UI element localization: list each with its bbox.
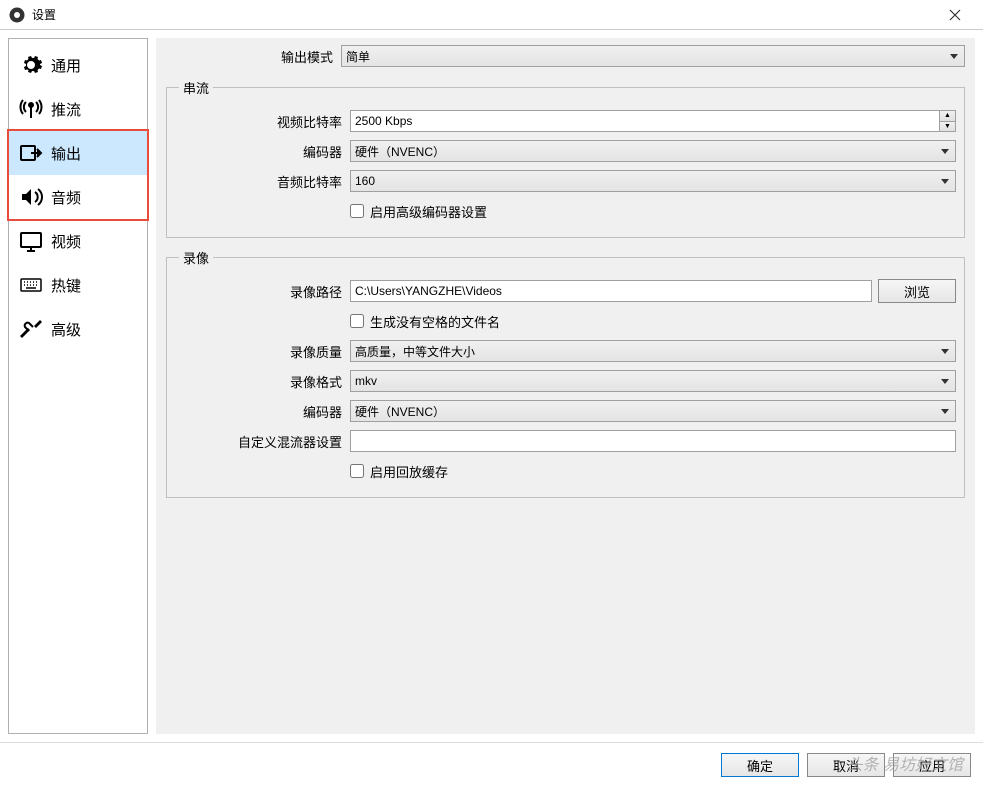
recording-legend: 录像 [179,248,213,267]
recording-path-row: 录像路径 C:\Users\YANGZHE\Videos 浏览 [175,279,956,303]
sidebar-item-general[interactable]: 通用 [9,43,147,87]
recording-quality-row: 录像质量 高质量，中等文件大小 [175,339,956,363]
sidebar-item-advanced[interactable]: 高级 [9,307,147,351]
sidebar-item-stream[interactable]: 推流 [9,87,147,131]
video-bitrate-row: 视频比特率 2500 Kbps ▲▼ [175,109,956,133]
no-space-checkbox[interactable] [350,314,364,328]
audio-bitrate-combo[interactable]: 160 [350,170,956,192]
sidebar-item-audio[interactable]: 音频 [9,175,147,219]
output-icon [19,141,43,165]
recording-quality-combo[interactable]: 高质量，中等文件大小 [350,340,956,362]
tools-icon [19,317,43,341]
main-body: 通用 推流 输出 音频 视频 [0,30,983,742]
output-mode-row: 输出模式 简单 [166,44,965,68]
audio-bitrate-label: 音频比特率 [175,172,350,191]
recording-quality-label: 录像质量 [175,342,350,361]
monitor-icon [19,229,43,253]
window-title: 设置 [32,6,935,23]
sidebar: 通用 推流 输出 音频 视频 [8,38,148,734]
sidebar-item-label: 推流 [51,99,81,120]
recording-format-combo[interactable]: mkv [350,370,956,392]
recording-encoder-combo[interactable]: 硬件（NVENC） [350,400,956,422]
antenna-icon [19,97,43,121]
streaming-fieldset: 串流 视频比特率 2500 Kbps ▲▼ 编码器 硬件（NVENC） [166,78,965,238]
keyboard-icon [19,273,43,297]
output-mode-label: 输出模式 [166,47,341,66]
app-logo-icon [8,6,26,24]
footer: 确定 取消 应用 [0,742,983,787]
muxer-label: 自定义混流器设置 [175,432,350,451]
recording-format-label: 录像格式 [175,372,350,391]
spin-up-icon[interactable]: ▲ [940,111,955,122]
browse-button[interactable]: 浏览 [878,279,956,303]
muxer-row: 自定义混流器设置 [175,429,956,453]
audio-bitrate-row: 音频比特率 160 [175,169,956,193]
no-space-row: 生成没有空格的文件名 [175,309,956,333]
recording-format-row: 录像格式 mkv [175,369,956,393]
recording-encoder-label: 编码器 [175,402,350,421]
streaming-encoder-label: 编码器 [175,142,350,161]
replay-buffer-checkbox[interactable] [350,464,364,478]
muxer-input[interactable] [350,430,956,452]
sidebar-item-output[interactable]: 输出 [9,131,147,175]
window-close-button[interactable] [935,0,975,30]
streaming-legend: 串流 [179,78,213,97]
ok-button[interactable]: 确定 [721,753,799,777]
no-space-label: 生成没有空格的文件名 [370,312,500,331]
gear-icon [19,53,43,77]
sidebar-item-label: 输出 [51,143,81,164]
video-bitrate-input[interactable]: 2500 Kbps ▲▼ [350,110,956,132]
advanced-encoder-checkbox[interactable] [350,204,364,218]
sidebar-item-label: 高级 [51,319,81,340]
streaming-encoder-combo[interactable]: 硬件（NVENC） [350,140,956,162]
cancel-button[interactable]: 取消 [807,753,885,777]
recording-path-input[interactable]: C:\Users\YANGZHE\Videos [350,280,872,302]
speaker-icon [19,185,43,209]
recording-encoder-row: 编码器 硬件（NVENC） [175,399,956,423]
replay-buffer-row: 启用回放缓存 [175,459,956,483]
spinner-controls[interactable]: ▲▼ [939,111,955,131]
sidebar-item-label: 音频 [51,187,81,208]
advanced-encoder-label: 启用高级编码器设置 [370,202,487,221]
streaming-encoder-row: 编码器 硬件（NVENC） [175,139,956,163]
output-mode-combo[interactable]: 简单 [341,45,965,67]
video-bitrate-label: 视频比特率 [175,112,350,131]
sidebar-item-label: 热键 [51,275,81,296]
replay-buffer-label: 启用回放缓存 [370,462,448,481]
content-panel: 输出模式 简单 串流 视频比特率 2500 Kbps ▲▼ 编码器 [156,38,975,734]
sidebar-item-hotkeys[interactable]: 热键 [9,263,147,307]
spin-down-icon[interactable]: ▼ [940,122,955,132]
sidebar-item-label: 视频 [51,231,81,252]
advanced-encoder-row: 启用高级编码器设置 [175,199,956,223]
recording-fieldset: 录像 录像路径 C:\Users\YANGZHE\Videos 浏览 生成没有空… [166,248,965,498]
sidebar-item-video[interactable]: 视频 [9,219,147,263]
titlebar: 设置 [0,0,983,30]
close-icon [949,9,961,21]
recording-path-label: 录像路径 [175,282,350,301]
sidebar-item-label: 通用 [51,55,81,76]
apply-button[interactable]: 应用 [893,753,971,777]
